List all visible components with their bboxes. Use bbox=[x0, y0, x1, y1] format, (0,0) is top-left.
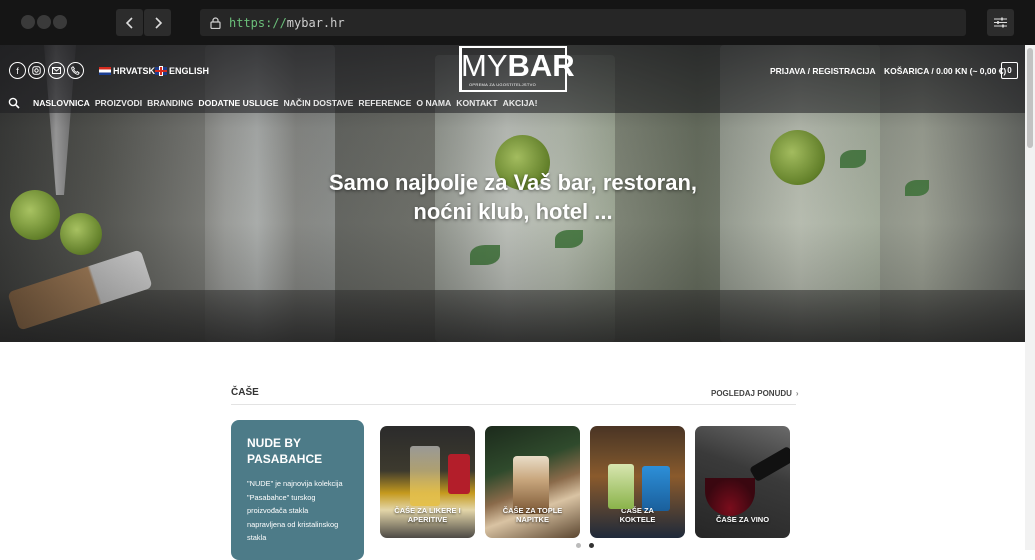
window-minimize-dot[interactable] bbox=[37, 15, 51, 29]
category-card-label: ČAŠE ZA TOPLE NAPITKE bbox=[485, 506, 580, 524]
hero-banner: f HRVATSKI ENGLISH MYBAR OPREMA ZA UGOST… bbox=[0, 45, 1025, 342]
nav-item-kontakt[interactable]: KONTAKT bbox=[456, 98, 497, 108]
category-card-label: ČAŠE ZA VINO bbox=[695, 515, 790, 524]
lang-en-link[interactable]: ENGLISH bbox=[155, 66, 209, 76]
forward-button[interactable] bbox=[144, 9, 171, 36]
category-card-liqueur[interactable]: ČAŠE ZA LIKERE I APERITIVE bbox=[380, 426, 475, 538]
carousel-dot-active[interactable] bbox=[589, 543, 594, 548]
hero-headline-line2: noćni klub, hotel ... bbox=[413, 199, 613, 224]
croatia-flag-icon bbox=[99, 67, 111, 75]
card-label-line1: ČAŠE ZA VINO bbox=[715, 515, 770, 524]
nav-item-nacin-dostave[interactable]: NAČIN DOSTAVE bbox=[283, 98, 353, 108]
logo-my: MY bbox=[461, 48, 508, 83]
card-label-line1: ČAŠE ZA LIKERE I bbox=[394, 506, 461, 515]
lock-icon bbox=[210, 16, 221, 29]
nav-item-proizvodi[interactable]: PROIZVODI bbox=[95, 98, 142, 108]
view-offer-link[interactable]: POGLEDAJ PONUDU › bbox=[711, 389, 799, 398]
category-card-label: ČAŠE ZA KOKTELE bbox=[590, 506, 685, 524]
cart-link[interactable]: KOŠARICA / 0.00 KN (~ 0,00 €) bbox=[884, 66, 1006, 76]
card-label-line1: ČAŠE ZA TOPLE bbox=[502, 506, 563, 515]
scrollbar-thumb[interactable] bbox=[1027, 48, 1033, 148]
card-label-line2: APERITIVE bbox=[407, 515, 448, 524]
category-card-hot-drinks[interactable]: ČAŠE ZA TOPLE NAPITKE bbox=[485, 426, 580, 538]
card-label-line2: NAPITKE bbox=[516, 515, 549, 524]
view-offer-label: POGLEDAJ PONUDU bbox=[711, 389, 792, 398]
email-icon[interactable] bbox=[48, 62, 65, 79]
back-button[interactable] bbox=[116, 9, 143, 36]
browser-toolbar: https://mybar.hr bbox=[0, 0, 1035, 45]
url-protocol: https:// bbox=[229, 15, 287, 30]
window-maximize-dot[interactable] bbox=[53, 15, 67, 29]
category-card-label: ČAŠE ZA LIKERE I APERITIVE bbox=[380, 506, 475, 524]
nav-item-naslovnica[interactable]: NASLOVNICA bbox=[33, 98, 90, 108]
logo-tagline: OPREMA ZA UGOSTITELJSTVO bbox=[469, 82, 536, 87]
lang-hr-link[interactable]: HRVATSKI bbox=[99, 66, 158, 76]
uk-flag-icon bbox=[155, 67, 167, 75]
window-close-dot[interactable] bbox=[21, 15, 35, 29]
site-logo[interactable]: MYBAR OPREMA ZA UGOSTITELJSTVO bbox=[459, 46, 575, 92]
search-icon[interactable] bbox=[8, 97, 20, 109]
promo-title: NUDE BY PASABAHCE bbox=[247, 435, 348, 467]
card-label-line1: ČAŠE ZA bbox=[621, 506, 654, 515]
nav-item-dodatne-usluge[interactable]: DODATNE USLUGE bbox=[198, 98, 278, 108]
category-card-cocktails[interactable]: ČAŠE ZA KOKTELE bbox=[590, 426, 685, 538]
promo-title-line1: NUDE BY bbox=[247, 436, 302, 450]
section-title: ČAŠE bbox=[231, 387, 259, 398]
instagram-icon[interactable] bbox=[28, 62, 45, 79]
phone-icon[interactable] bbox=[67, 62, 84, 79]
nav-item-branding[interactable]: BRANDING bbox=[147, 98, 193, 108]
nav-item-akcija[interactable]: AKCIJA! bbox=[503, 98, 538, 108]
logo-bar: BAR bbox=[507, 48, 575, 83]
promo-card[interactable]: NUDE BY PASABAHCE "NUDE" je najnovija ko… bbox=[231, 420, 364, 560]
category-card-wine[interactable]: ČAŠE ZA VINO bbox=[695, 426, 790, 538]
section-divider bbox=[231, 404, 796, 405]
hero-headline: Samo najbolje za Vaš bar, restoran, noćn… bbox=[313, 168, 713, 226]
sliders-icon bbox=[994, 17, 1007, 28]
card-label-line2: KOKTELE bbox=[619, 515, 656, 524]
chevron-right-icon: › bbox=[795, 389, 799, 398]
nav-item-reference[interactable]: REFERENCE bbox=[358, 98, 411, 108]
logo-wordmark: MYBAR bbox=[461, 50, 575, 82]
url-host: mybar.hr bbox=[286, 15, 345, 30]
promo-title-line2: PASABAHCE bbox=[247, 452, 323, 466]
login-register-link[interactable]: PRIJAVA / REGISTRACIJA bbox=[770, 66, 876, 76]
chevron-left-icon bbox=[125, 16, 133, 29]
lang-en-label: ENGLISH bbox=[169, 66, 210, 76]
promo-body: "NUDE" je najnovija kolekcija "Pasabahce… bbox=[247, 479, 343, 542]
carousel-dot[interactable] bbox=[576, 543, 581, 548]
carousel-pagination bbox=[576, 543, 602, 548]
category-carousel: ČAŠE ZA LIKERE I APERITIVE ČAŠE ZA TOPLE N… bbox=[375, 420, 795, 555]
main-navigation: NASLOVNICA PROIZVODI BRANDING DODATNE US… bbox=[8, 97, 542, 109]
page-scrollbar[interactable] bbox=[1025, 45, 1035, 550]
address-bar[interactable]: https://mybar.hr bbox=[200, 9, 966, 36]
browser-menu-button[interactable] bbox=[987, 9, 1014, 36]
lang-hr-label: HRVATSKI bbox=[113, 66, 158, 76]
nav-item-o-nama[interactable]: O NAMA bbox=[416, 98, 451, 108]
cart-count-badge[interactable]: 0 bbox=[1001, 62, 1018, 79]
hero-headline-line1: Samo najbolje za Vaš bar, restoran, bbox=[328, 170, 698, 195]
chevron-right-icon bbox=[154, 16, 162, 29]
facebook-icon[interactable]: f bbox=[9, 62, 26, 79]
